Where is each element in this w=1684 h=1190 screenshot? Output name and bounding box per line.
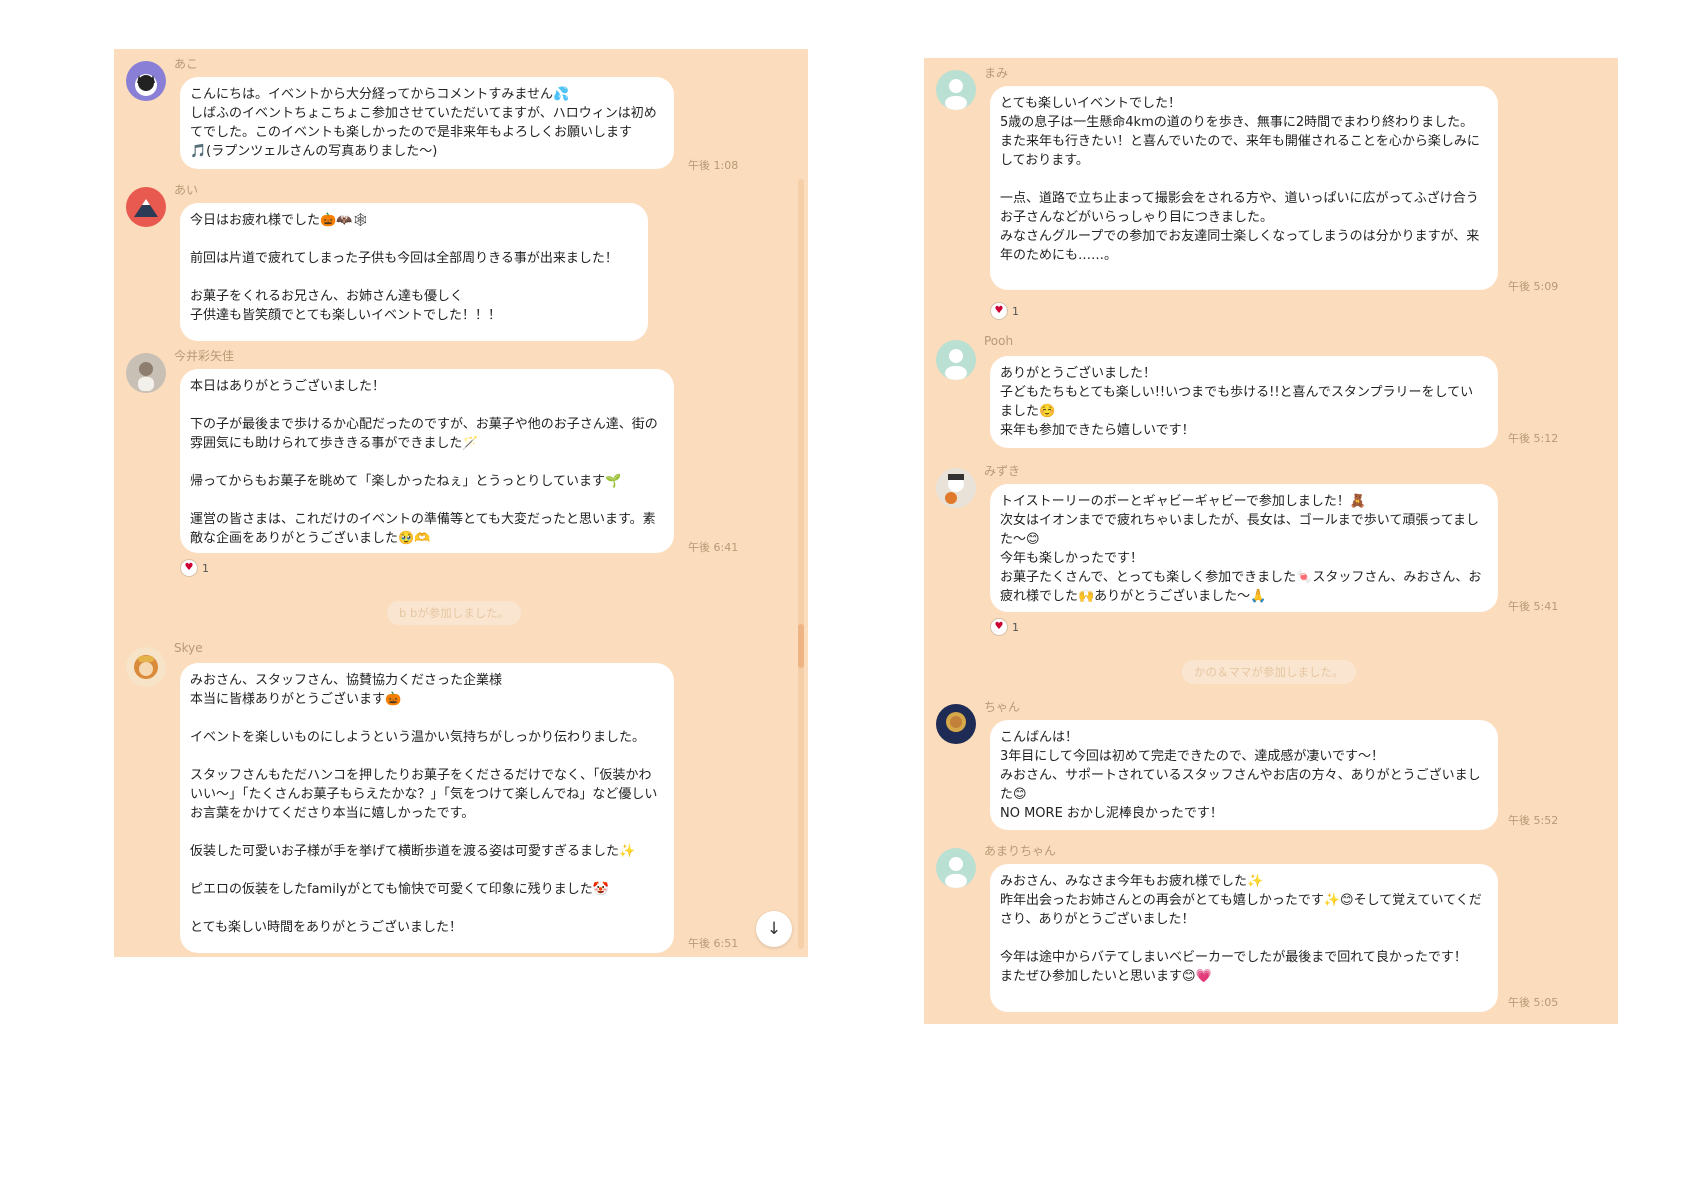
sender-name: Skye	[174, 641, 203, 655]
reaction-count: 1	[1012, 620, 1019, 634]
message-time: 午後 5:41	[1508, 600, 1559, 613]
heart-face-icon: ♥	[990, 302, 1008, 320]
reaction-badge[interactable]: ♥ 1	[990, 618, 1019, 636]
message-bubble[interactable]: ありがとうございました！ 子どもたちもとても楽しい!!いつまでも歩ける!!と喜ん…	[990, 356, 1498, 448]
chat-panel-left: あこ こんにちは。イベントから大分経ってからコメントすみません💦 しばふのイベン…	[114, 49, 808, 957]
avatar[interactable]	[126, 353, 166, 393]
avatar[interactable]	[936, 340, 976, 380]
message-item: あこ こんにちは。イベントから大分経ってからコメントすみません💦 しばふのイベン…	[114, 55, 808, 172]
message-bubble[interactable]: トイストーリーのボーとギャビーギャビーで参加しました！🧸 次女はイオンまでで疲れ…	[990, 484, 1498, 612]
sender-name: Pooh	[984, 334, 1014, 348]
join-notice: b bが参加しました。	[387, 601, 522, 625]
message-item: まみ とても楽しいイベントでした！ 5歳の息子は一生懸命4kmの道のりを歩き、無…	[924, 64, 1618, 326]
message-bubble[interactable]: こんばんは！ 3年目にして今回は初めて完走できたので、達成感が凄いです〜！ みお…	[990, 720, 1498, 830]
message-item: みずき トイストーリーのボーとギャビーギャビーで参加しました！🧸 次女はイオンま…	[924, 462, 1618, 656]
avatar[interactable]	[936, 848, 976, 888]
message-time: 午後 5:09	[1508, 280, 1559, 293]
message-bubble[interactable]: みおさん、スタッフさん、協賛協力くださった企業様 本当に皆様ありがとうございます…	[180, 663, 674, 953]
sender-name: あい	[174, 183, 199, 197]
scrollbar[interactable]	[798, 179, 804, 949]
avatar[interactable]	[936, 70, 976, 110]
sender-name: 今井彩矢佳	[174, 349, 235, 363]
message-item: ちゃん こんばんは！ 3年目にして今回は初めて完走できたので、達成感が凄いです〜…	[924, 698, 1618, 830]
message-bubble[interactable]: 今日はお疲れ様でした🎃🦇🕸 前回は片道で疲れてしまった子供も今回は全部周りきる事…	[180, 203, 648, 341]
reaction-count: 1	[202, 561, 209, 575]
reaction-count: 1	[1012, 304, 1019, 318]
message-time: 午後 5:52	[1508, 814, 1559, 827]
heart-face-icon: ♥	[180, 559, 198, 577]
message-item: Skye みおさん、スタッフさん、協賛協力くださった企業様 本当に皆様ありがとう…	[114, 641, 808, 953]
message-bubble[interactable]: みおさん、みなさま今年もお疲れ様でした✨ 昨年出会ったお姉さんとの再会がとても嬉…	[990, 864, 1498, 1012]
avatar[interactable]	[936, 468, 976, 508]
message-time: 午後 6:41	[688, 541, 739, 554]
reaction-badge[interactable]: ♥ 1	[990, 302, 1019, 320]
avatar[interactable]	[936, 704, 976, 744]
message-bubble[interactable]: 本日はありがとうございました！ 下の子が最後まで歩けるか心配だったのですが、お菓…	[180, 369, 674, 553]
scrollbar-thumb[interactable]	[798, 624, 804, 668]
message-time: 午後 5:05	[1508, 996, 1559, 1009]
message-time: 午後 6:51	[688, 937, 739, 950]
sender-name: あこ	[174, 57, 199, 71]
sender-name: あまりちゃん	[984, 844, 1057, 858]
avatar[interactable]	[126, 187, 166, 227]
sender-name: ちゃん	[984, 700, 1021, 714]
message-item: あまりちゃん みおさん、みなさま今年もお疲れ様でした✨ 昨年出会ったお姉さんとの…	[924, 842, 1618, 1012]
reaction-badge[interactable]: ♥ 1	[180, 559, 209, 577]
arrow-down-icon: ↓	[766, 919, 782, 939]
avatar[interactable]	[126, 61, 166, 101]
message-item: 今井彩矢佳 本日はありがとうございました！ 下の子が最後まで歩けるか心配だったの…	[114, 347, 808, 617]
heart-face-icon: ♥	[990, 618, 1008, 636]
scroll-down-button[interactable]: ↓	[756, 911, 792, 947]
message-time: 午後 5:12	[1508, 432, 1559, 445]
sender-name: みずき	[984, 464, 1021, 478]
message-item: Pooh ありがとうございました！ 子どもたちもとても楽しい!!いつまでも歩ける…	[924, 334, 1618, 454]
avatar[interactable]	[126, 647, 166, 687]
join-notice: かの＆ママが参加しました。	[1182, 660, 1356, 684]
message-bubble[interactable]: こんにちは。イベントから大分経ってからコメントすみません💦 しばふのイベントちょ…	[180, 77, 674, 169]
chat-panel-right: まみ とても楽しいイベントでした！ 5歳の息子は一生懸命4kmの道のりを歩き、無…	[924, 58, 1618, 1024]
message-bubble[interactable]: とても楽しいイベントでした！ 5歳の息子は一生懸命4kmの道のりを歩き、無事に2…	[990, 86, 1498, 290]
message-item: あい 今日はお疲れ様でした🎃🦇🕸 前回は片道で疲れてしまった子供も今回は全部周り…	[114, 181, 808, 341]
sender-name: まみ	[984, 66, 1009, 80]
message-time: 午後 1:08	[688, 159, 739, 172]
